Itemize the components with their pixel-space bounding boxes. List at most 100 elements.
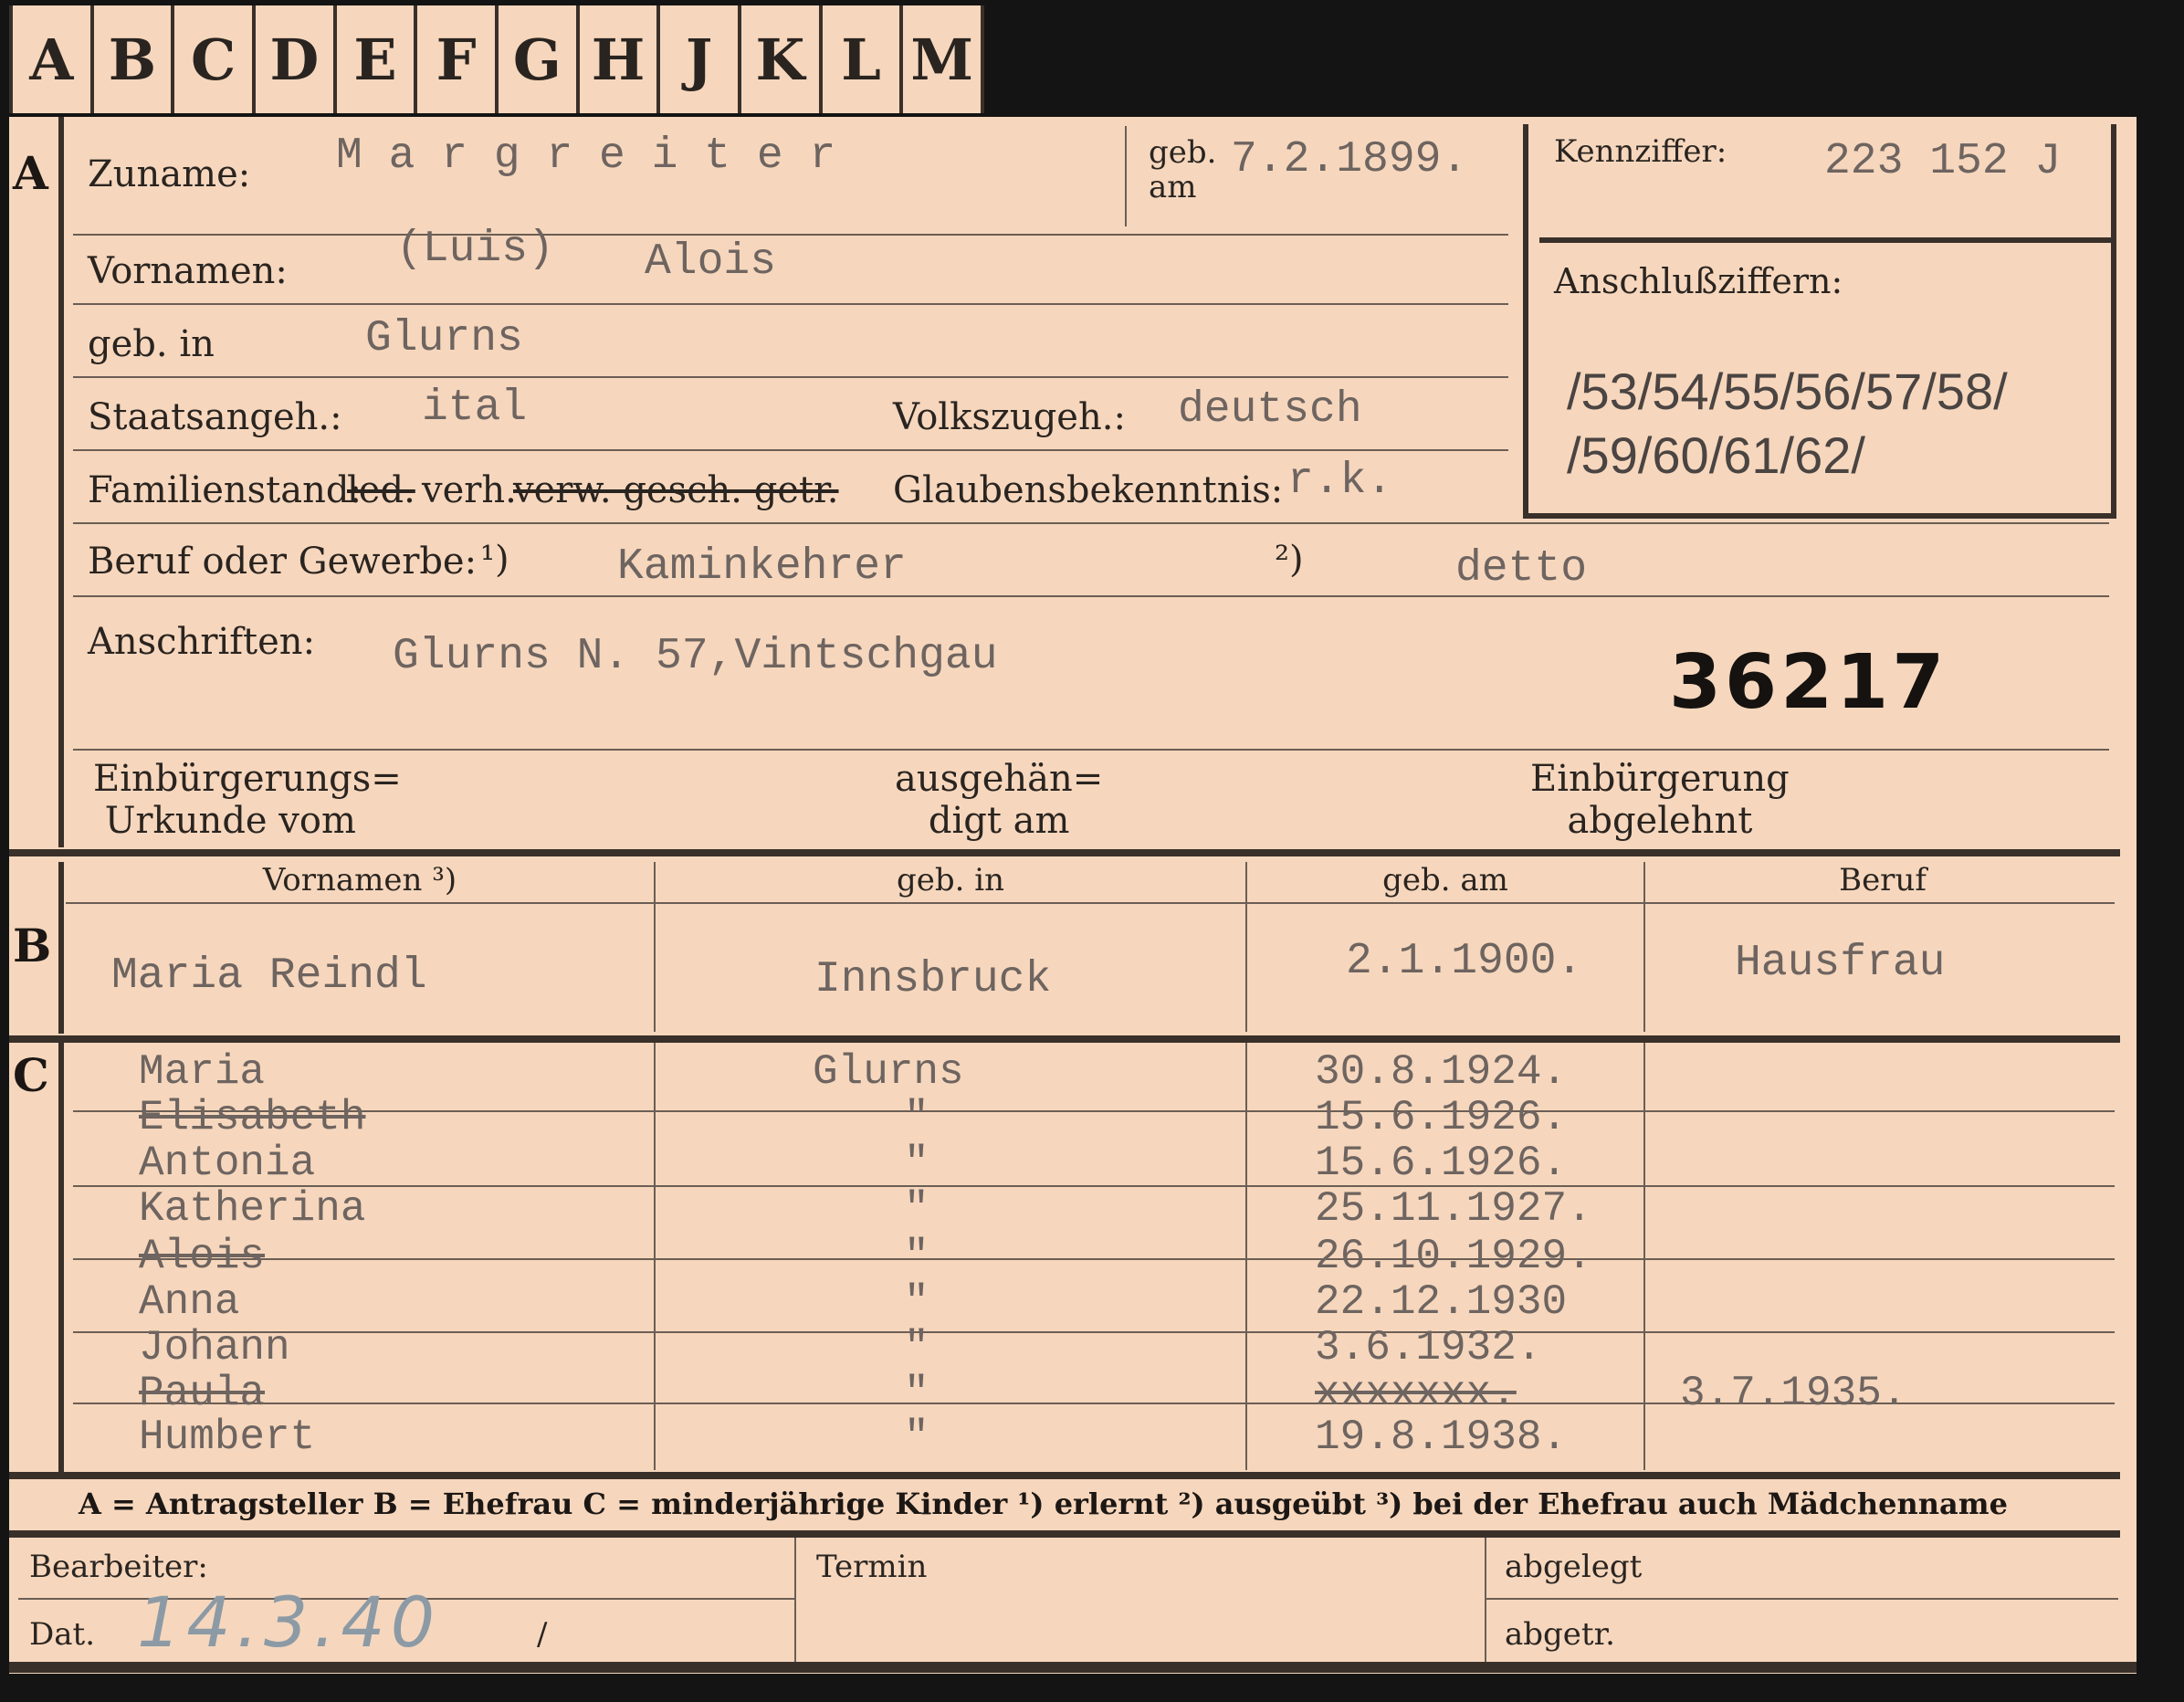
born-on-value: 7.2.1899. [1231, 135, 1468, 184]
file-number: 36217 [1669, 639, 1948, 726]
legend-text: A = Antragsteller B = Ehefrau C = minder… [79, 1487, 2008, 1521]
child-name: Maria [139, 1048, 266, 1096]
letter-tab: J [660, 5, 742, 113]
occupation-practiced-value: detto [1455, 544, 1588, 594]
row-line [73, 1258, 2115, 1260]
child-birthplace: " [904, 1324, 929, 1371]
occupation-label: Beruf oder Gewerbe: [88, 541, 478, 583]
ethnicity-value: deutsch [1178, 385, 1362, 435]
filed-label: abgelegt [1505, 1549, 1643, 1585]
child-birthplace: " [904, 1094, 929, 1141]
address-label: Anschriften: [88, 621, 316, 663]
child-birthplace: " [904, 1185, 929, 1233]
child-birthdate: 25.11.1927. [1315, 1185, 1592, 1233]
row-line [73, 1110, 2115, 1112]
row-line [73, 1331, 2115, 1333]
child-birthdate: 15.6.1926. [1315, 1094, 1568, 1141]
child-birthdate: 15.6.1926. [1315, 1140, 1568, 1187]
field-divider [1125, 126, 1127, 226]
letter-tab: K [741, 5, 823, 113]
date-separator: / [537, 1616, 548, 1653]
section-c-marker: C [13, 1048, 49, 1102]
row-line [73, 749, 2109, 751]
religion-label: Glaubensbekenntnis: [893, 469, 1284, 511]
section-divider [9, 1035, 2120, 1043]
child-birthdate: 3.6.1932. [1315, 1324, 1542, 1371]
occupation-mark-2: ²) [1275, 539, 1304, 581]
editor-label: Bearbeiter: [29, 1549, 208, 1585]
section-divider [9, 1472, 2120, 1479]
occupation-mark-1: ¹) [480, 539, 509, 581]
column-line [794, 1538, 796, 1662]
child-name: Alois [139, 1233, 266, 1280]
letter-tab: H [580, 5, 661, 113]
marital-option-married: verh. [422, 469, 517, 511]
child-name: Anna [139, 1278, 240, 1326]
date-label: Dat. [29, 1616, 96, 1653]
letter-tab: B [94, 5, 175, 113]
child-birthplace: Glurns [813, 1048, 964, 1096]
card-bottom-edge [9, 1662, 2137, 1673]
child-name: Humbert [139, 1413, 316, 1461]
deadline-label: Termin [816, 1549, 928, 1585]
column-line [1245, 1043, 1247, 1470]
handed-out-label: ausgehän= digt am [895, 758, 1104, 842]
spouse-name: Maria Reindl [111, 951, 427, 1001]
child-death-date: 3.7.1935. [1680, 1370, 1907, 1417]
child-birthdate: 30.8.1924. [1315, 1048, 1568, 1096]
letter-tab: L [823, 5, 904, 113]
section-divider [58, 1043, 64, 1472]
row-line [73, 595, 2109, 597]
child-birthdate: 26.10.1929. [1315, 1233, 1592, 1280]
marital-label: Familienstand: [88, 469, 362, 511]
column-line [654, 1043, 656, 1470]
surname-value: M a r g r e i t e r [336, 131, 836, 181]
child-birthdate: 22.12.1930 [1315, 1278, 1568, 1326]
box-divider [1539, 237, 2111, 243]
marital-option-other: verw. gesch. getr. [513, 469, 839, 511]
child-birthdate: xxxxxxx. [1315, 1370, 1517, 1417]
letter-tab: C [174, 5, 257, 113]
nationality-label: Staatsangeh.: [88, 396, 342, 438]
spouse-occupation: Hausfrau [1735, 939, 1946, 988]
sent-label: abgetr. [1505, 1616, 1615, 1653]
letter-tab: M [903, 5, 985, 113]
section-a-marker: A [13, 146, 48, 200]
spouse-birthplace: Innsbruck [814, 955, 1052, 1004]
row-line [73, 376, 1508, 378]
address-value: Glurns N. 57,Vintschgau [393, 632, 998, 681]
row-line [73, 303, 1508, 305]
column-header-born-on: geb. am [1382, 862, 1508, 898]
row-line [1485, 1598, 2118, 1600]
box-border [2111, 124, 2116, 519]
letter-tab-bar: ABCDEFGHJKLM [9, 5, 985, 113]
occupation-learned-value: Kaminkehrer [617, 542, 907, 592]
marital-option-single: led. [347, 469, 415, 511]
letter-tab: F [417, 5, 499, 113]
born-on-label: geb. am [1149, 134, 1217, 205]
child-name: Antonia [139, 1140, 316, 1187]
child-name: Johann [139, 1324, 290, 1371]
handwritten-date: 14.3.40 [137, 1581, 441, 1663]
child-birthdate: 19.8.1938. [1315, 1413, 1568, 1461]
child-name: Paula [139, 1370, 266, 1417]
column-header-first-names: Vornamen ³) [262, 862, 457, 898]
child-birthplace: " [904, 1233, 929, 1280]
letter-tab: A [9, 5, 94, 113]
surname-label: Zuname: [88, 153, 251, 195]
id-code-label: Kennziffer: [1554, 133, 1727, 170]
spouse-birthdate: 2.1.1900. [1346, 937, 1583, 986]
connected-numbers-label: Anschlußziffern: [1554, 261, 1843, 301]
letter-tab: G [499, 5, 580, 113]
row-line [73, 522, 2109, 524]
naturalization-certificate-label: Einbürgerungs= Urkunde vom [93, 758, 402, 842]
child-birthplace: " [904, 1370, 929, 1417]
section-divider [9, 1530, 2120, 1538]
first-names-value-1: (Luis) [396, 225, 554, 274]
box-border [1523, 124, 1528, 519]
born-in-value: Glurns [365, 314, 523, 363]
section-divider [9, 849, 2120, 856]
child-name: Katherina [139, 1185, 366, 1233]
section-b-marker: B [13, 919, 52, 972]
naturalization-refused-label: Einbürgerung abgelehnt [1530, 758, 1790, 842]
